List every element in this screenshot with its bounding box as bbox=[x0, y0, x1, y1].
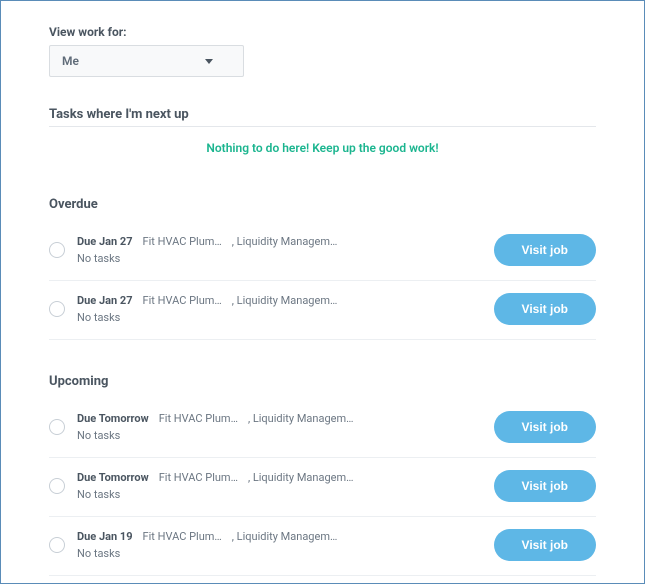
filter-label: View work for: bbox=[49, 25, 596, 39]
task-text: Due Tomorrow Fit HVAC Plum… , Liquidity … bbox=[77, 471, 482, 501]
task-client: , Liquidity Managem… bbox=[232, 530, 338, 543]
task-client: , Liquidity Managem… bbox=[232, 235, 338, 248]
task-text: Due Jan 27 Fit HVAC Plum… , Liquidity Ma… bbox=[77, 235, 482, 265]
task-text: Due Jan 19 Fit HVAC Plum… , Liquidity Ma… bbox=[77, 530, 482, 560]
task-due: Due Jan 19 bbox=[77, 530, 133, 543]
divider bbox=[49, 126, 596, 127]
task-status: No tasks bbox=[77, 252, 482, 265]
visit-job-button[interactable]: Visit job bbox=[494, 293, 596, 325]
next-up-title: Tasks where I'm next up bbox=[49, 107, 596, 122]
task-status: No tasks bbox=[77, 429, 482, 442]
visit-job-button[interactable]: Visit job bbox=[494, 411, 596, 443]
task-status: No tasks bbox=[77, 311, 482, 324]
visit-job-button[interactable]: Visit job bbox=[494, 234, 596, 266]
visit-job-button[interactable]: Visit job bbox=[494, 529, 596, 561]
task-due: Due Jan 27 bbox=[77, 294, 133, 307]
visit-job-button[interactable]: Visit job bbox=[494, 470, 596, 502]
view-work-select[interactable]: Me bbox=[49, 45, 244, 77]
task-radio[interactable] bbox=[49, 242, 65, 258]
next-up-empty-message: Nothing to do here! Keep up the good wor… bbox=[49, 141, 596, 155]
select-value: Me bbox=[62, 54, 79, 68]
task-status: No tasks bbox=[77, 488, 482, 501]
task-status: No tasks bbox=[77, 547, 482, 560]
task-client: , Liquidity Managem… bbox=[248, 412, 354, 425]
task-job: Fit HVAC Plum… bbox=[159, 471, 238, 484]
task-row: Due Tomorrow Fit HVAC Plum… , Liquidity … bbox=[49, 399, 596, 458]
task-text: Due Jan 27 Fit HVAC Plum… , Liquidity Ma… bbox=[77, 294, 482, 324]
next-up-section: Tasks where I'm next up Nothing to do he… bbox=[49, 107, 596, 155]
overdue-title: Overdue bbox=[49, 197, 596, 212]
task-job: Fit HVAC Plum… bbox=[143, 235, 222, 248]
upcoming-title: Upcoming bbox=[49, 374, 596, 389]
task-client: , Liquidity Managem… bbox=[248, 471, 354, 484]
task-job: Fit HVAC Plum… bbox=[143, 294, 222, 307]
task-row: Due Jan 19 Fit HVAC Plum… , Liquidity Ma… bbox=[49, 517, 596, 576]
task-row: Due Jan 27 Fit HVAC Plum… , Liquidity Ma… bbox=[49, 222, 596, 281]
chevron-down-icon bbox=[205, 59, 213, 64]
task-radio[interactable] bbox=[49, 301, 65, 317]
overdue-section: Overdue Due Jan 27 Fit HVAC Plum… , Liqu… bbox=[49, 197, 596, 340]
upcoming-section: Upcoming Due Tomorrow Fit HVAC Plum… , L… bbox=[49, 374, 596, 576]
task-radio[interactable] bbox=[49, 537, 65, 553]
task-row: Due Jan 27 Fit HVAC Plum… , Liquidity Ma… bbox=[49, 281, 596, 340]
task-radio[interactable] bbox=[49, 478, 65, 494]
task-job: Fit HVAC Plum… bbox=[159, 412, 238, 425]
task-client: , Liquidity Managem… bbox=[232, 294, 338, 307]
task-radio[interactable] bbox=[49, 419, 65, 435]
task-row: Due Tomorrow Fit HVAC Plum… , Liquidity … bbox=[49, 458, 596, 517]
task-job: Fit HVAC Plum… bbox=[143, 530, 222, 543]
task-due: Due Tomorrow bbox=[77, 471, 149, 484]
task-text: Due Tomorrow Fit HVAC Plum… , Liquidity … bbox=[77, 412, 482, 442]
task-due: Due Jan 27 bbox=[77, 235, 133, 248]
task-due: Due Tomorrow bbox=[77, 412, 149, 425]
